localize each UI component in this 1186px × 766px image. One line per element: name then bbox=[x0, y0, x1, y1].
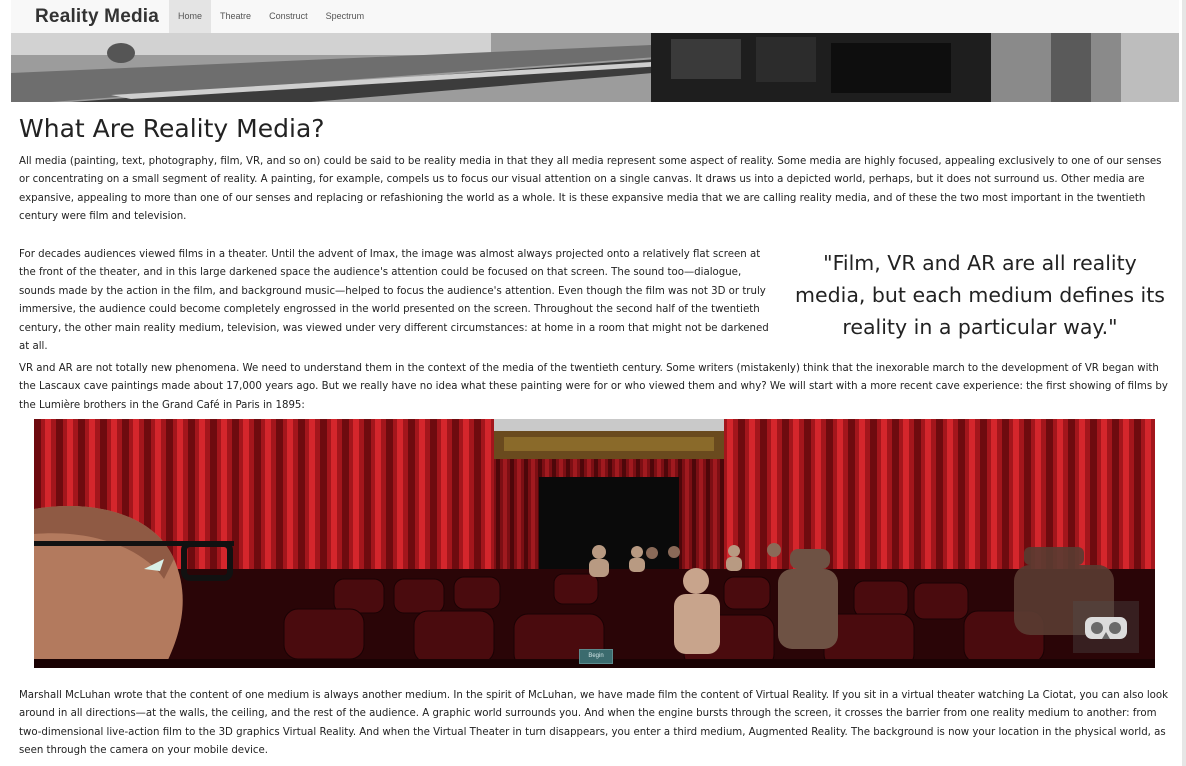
pull-quote: "Film, VR and AR are all reality media, … bbox=[795, 251, 1165, 339]
nav-construct[interactable]: Construct bbox=[260, 0, 317, 33]
hero-train-photo bbox=[11, 33, 1179, 102]
nav-spectrum[interactable]: Spectrum bbox=[317, 0, 374, 33]
nav-theatre[interactable]: Theatre bbox=[211, 0, 260, 33]
window-edge bbox=[1182, 0, 1186, 766]
hero-banner bbox=[11, 33, 1179, 102]
brand-logo[interactable]: Reality Media bbox=[11, 6, 169, 28]
begin-button[interactable]: Begin bbox=[579, 649, 613, 664]
vr-mode-button[interactable] bbox=[1073, 601, 1139, 653]
page-title: What Are Reality Media? bbox=[19, 114, 325, 143]
intro-paragraph: All media (painting, text, photography, … bbox=[19, 156, 1162, 223]
theater-paragraph: For decades audiences viewed films in a … bbox=[19, 249, 769, 353]
theater-render bbox=[34, 419, 1155, 668]
mcluhan-paragraph: Marshall McLuhan wrote that the content … bbox=[19, 690, 1169, 757]
nav-home[interactable]: Home bbox=[169, 0, 212, 33]
vr-goggles-icon bbox=[1085, 617, 1127, 639]
navbar: Reality Media Home Theatre Construct Spe… bbox=[11, 0, 1179, 34]
vr-ar-paragraph: VR and AR are not totally new phenomena.… bbox=[19, 363, 1168, 411]
virtual-theater-scene[interactable]: Begin bbox=[34, 419, 1155, 668]
